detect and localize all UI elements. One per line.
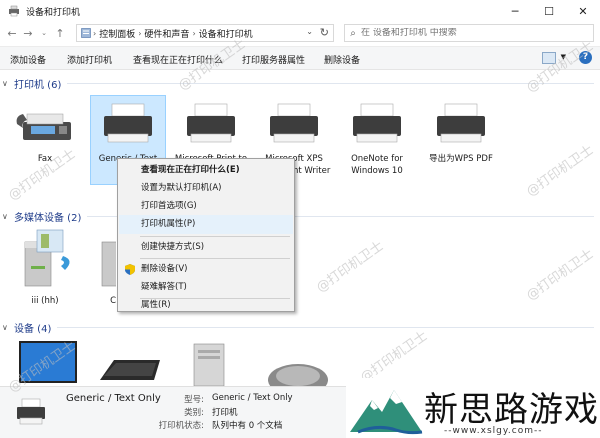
details-model-label: 型号:	[184, 395, 204, 405]
printer-label: OneNote for Windows 10	[351, 154, 403, 176]
media-device-item-2[interactable]: C	[76, 226, 123, 314]
view-options-icon[interactable]	[542, 52, 556, 64]
printer-icon	[437, 103, 485, 143]
menu-item-set-default[interactable]: 设置为默认打印机(A)	[119, 179, 293, 198]
details-status-label: 打印机状态:	[158, 421, 204, 431]
details-status-value: 队列中有 0 个文档	[212, 421, 283, 431]
up-arrow-icon[interactable]: ↑	[52, 24, 68, 42]
devices-group-title: 设备 (4)	[14, 323, 52, 335]
add-device-button[interactable]: 添加设备	[10, 53, 46, 66]
device-item-monitor[interactable]	[8, 340, 86, 386]
menu-item-remove-device[interactable]: 删除设备(V)	[119, 260, 293, 279]
keyboard-icon	[100, 360, 160, 380]
computer-tower-icon	[193, 343, 225, 387]
printer-icon	[353, 103, 401, 143]
navigation-bar: ← → ⌄ ↑ › 控制面板 › 硬件和声音 › 设备和打印机 ⌄ ↻ ⌕	[0, 22, 600, 44]
menu-separator	[140, 258, 290, 259]
forward-arrow-icon[interactable]: →	[20, 24, 36, 42]
watermark-text: @打印机卫士	[523, 246, 597, 304]
details-category-value: 打印机	[212, 408, 238, 418]
collapse-chevron-icon[interactable]: ∨	[2, 212, 12, 221]
media-server-icon	[24, 229, 70, 287]
view-dropdown-icon[interactable]: ▼	[561, 53, 566, 61]
brand-url: --www.xslgy.com--	[444, 426, 543, 436]
recent-locations-chevron-icon[interactable]: ⌄	[36, 24, 52, 42]
devices-group-header[interactable]: ∨ 设备 (4)	[0, 320, 600, 335]
title-bar: 设备和打印机 ─ ☐ ✕	[0, 0, 600, 22]
window-title: 设备和打印机	[26, 7, 81, 18]
printer-icon	[104, 103, 152, 143]
mouse-icon	[268, 364, 328, 396]
help-icon[interactable]: ?	[579, 51, 592, 64]
menu-item-label: 删除设备(V)	[141, 264, 188, 274]
details-device-name: Generic / Text Only	[66, 393, 161, 404]
address-bar[interactable]: › 控制面板 › 硬件和声音 › 设备和打印机 ⌄ ↻	[76, 24, 334, 42]
brand-name: 新思路游戏	[424, 390, 599, 430]
monitor-icon	[19, 341, 77, 383]
media-server-icon	[101, 241, 123, 287]
media-device-label: C	[110, 296, 116, 306]
printers-group-title: 打印机 (6)	[14, 79, 62, 91]
context-menu: 查看现在正在打印什么(E) 设置为默认打印机(A) 打印首选项(G) 打印机属性…	[117, 158, 295, 312]
address-dropdown-icon[interactable]: ⌄	[306, 27, 313, 36]
group-divider	[57, 326, 594, 328]
printer-label: 导出为WPS PDF	[429, 154, 493, 164]
details-model-value: Generic / Text Only	[212, 393, 293, 403]
group-divider	[67, 82, 594, 84]
menu-item-create-shortcut[interactable]: 创建快捷方式(S)	[119, 238, 293, 257]
printer-item-export-wps-pdf[interactable]: 导出为WPS PDF	[422, 96, 500, 181]
breadcrumb-hardware-sound[interactable]: 硬件和声音	[141, 27, 192, 40]
device-item-keyboard[interactable]	[90, 340, 168, 386]
minimize-button[interactable]: ─	[498, 0, 532, 22]
menu-item-properties[interactable]: 属性(R)	[119, 297, 293, 312]
maximize-button[interactable]: ☐	[532, 0, 566, 22]
print-server-properties-button[interactable]: 打印服务器属性	[242, 53, 305, 66]
watermark-text: @打印机卫士	[313, 238, 387, 296]
printers-group-header[interactable]: ∨ 打印机 (6)	[0, 76, 600, 91]
menu-separator	[140, 236, 290, 237]
collapse-chevron-icon[interactable]: ∨	[2, 323, 12, 332]
close-button[interactable]: ✕	[566, 0, 600, 22]
media-device-item[interactable]: iii (hh)	[6, 226, 84, 314]
printer-icon	[270, 103, 318, 143]
uac-shield-icon	[125, 264, 135, 275]
devices-and-printers-window: 设备和打印机 ─ ☐ ✕ ← → ⌄ ↑ › 控制面板 › 硬件和声音 › 设备…	[0, 0, 600, 438]
fax-icon	[16, 113, 71, 140]
breadcrumb-devices-printers[interactable]: 设备和打印机	[196, 27, 256, 40]
add-printer-button[interactable]: 添加打印机	[67, 53, 112, 66]
printer-item-onenote-for-windows-10[interactable]: OneNote for Windows 10	[338, 96, 416, 186]
menu-item-troubleshoot[interactable]: 疑难解答(T)	[119, 278, 293, 297]
menu-item-printer-properties[interactable]: 打印机属性(P)	[119, 215, 293, 234]
details-category-label: 类别:	[184, 408, 204, 418]
watermark-text: @打印机卫士	[357, 328, 431, 386]
device-item-mouse[interactable]	[258, 340, 336, 396]
printer-app-icon	[8, 5, 20, 17]
mountain-logo-icon	[350, 390, 423, 435]
printer-icon	[187, 103, 235, 143]
refresh-icon[interactable]: ↻	[320, 26, 329, 39]
multimedia-group-title: 多媒体设备 (2)	[14, 212, 82, 224]
search-box[interactable]: ⌕	[344, 24, 594, 42]
back-arrow-icon[interactable]: ←	[4, 24, 20, 42]
collapse-chevron-icon[interactable]: ∨	[2, 79, 12, 88]
see-whats-printing-button[interactable]: 查看现在正在打印什么	[133, 53, 223, 66]
printer-item-fax[interactable]: Fax	[6, 96, 84, 181]
watermark-text: @打印机卫士	[523, 142, 597, 200]
search-input[interactable]	[361, 28, 581, 38]
menu-item-printing-preferences[interactable]: 打印首选项(G)	[119, 197, 293, 216]
menu-item-see-printing[interactable]: 查看现在正在打印什么(E)	[119, 161, 293, 180]
command-bar: 添加设备 添加打印机 查看现在正在打印什么 打印服务器属性 删除设备 ▼ ?	[0, 46, 600, 70]
printer-label: Fax	[37, 154, 53, 164]
printer-icon	[17, 398, 45, 425]
media-device-label: iii (hh)	[31, 296, 59, 306]
remove-device-button[interactable]: 删除设备	[324, 53, 360, 66]
brand-logo-overlay: 新思路游戏 --www.xslgy.com--	[346, 378, 600, 438]
control-panel-icon	[79, 28, 93, 38]
device-item-computer[interactable]	[176, 340, 254, 387]
breadcrumb-control-panel[interactable]: 控制面板	[96, 27, 138, 40]
search-icon: ⌕	[350, 27, 356, 39]
multimedia-group-header[interactable]: ∨ 多媒体设备 (2)	[0, 209, 600, 224]
